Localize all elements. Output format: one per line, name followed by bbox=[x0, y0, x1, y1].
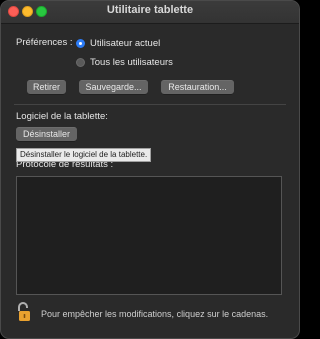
radio-unselected-indicator[interactable] bbox=[76, 58, 85, 67]
uninstall-tooltip: Désinstaller le logiciel de la tablette. bbox=[16, 148, 152, 162]
section-divider bbox=[14, 104, 286, 105]
title-bar: Utilitaire tablette bbox=[1, 1, 299, 24]
tablet-utility-window: Utilitaire tablette Préférences : Utilis… bbox=[0, 0, 300, 339]
remove-button[interactable]: Retirer bbox=[27, 80, 66, 94]
window-title: Utilitaire tablette bbox=[106, 4, 194, 16]
preferences-label: Préférences : bbox=[16, 37, 73, 48]
radio-current-user-label: Utilisateur actuel bbox=[90, 38, 161, 49]
results-log-area[interactable] bbox=[16, 176, 282, 295]
backup-button[interactable]: Sauvegarde... bbox=[79, 80, 148, 94]
tablet-software-label: Logiciel de la tablette: bbox=[16, 111, 108, 122]
lock-hint-text: Pour empêcher les modifications, cliquez… bbox=[41, 309, 269, 319]
radio-selected-indicator[interactable] bbox=[76, 39, 85, 48]
radio-current-user[interactable]: Utilisateur actuel bbox=[76, 38, 160, 49]
radio-all-users[interactable]: Tous les utilisateurs bbox=[76, 57, 173, 68]
radio-all-users-label: Tous les utilisateurs bbox=[90, 57, 173, 68]
restore-button[interactable]: Restauration... bbox=[161, 80, 234, 94]
uninstall-button[interactable]: Désinstaller bbox=[16, 127, 77, 141]
open-padlock-icon[interactable] bbox=[16, 301, 32, 323]
